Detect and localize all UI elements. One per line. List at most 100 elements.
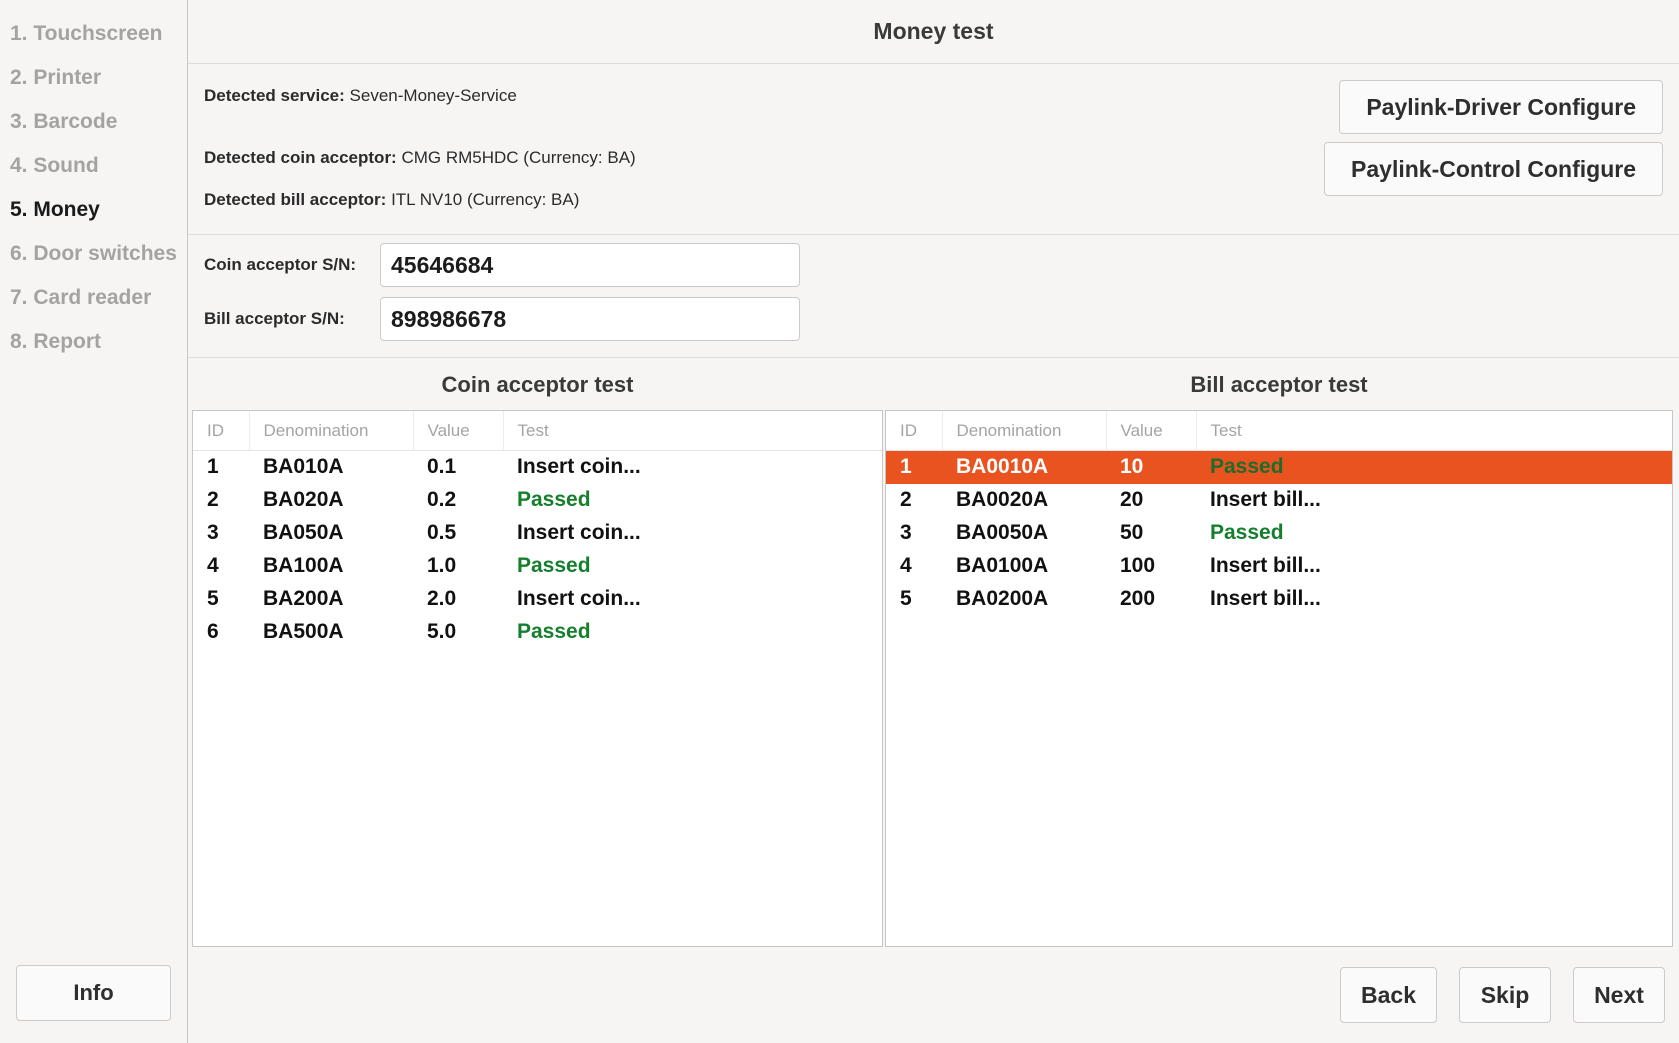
coin-cell-value: 1.0 bbox=[427, 554, 457, 577]
bill-cell-value: 20 bbox=[1120, 488, 1144, 511]
coin-cell-test: Passed bbox=[517, 554, 591, 577]
bill-cell-test: Insert bill... bbox=[1210, 587, 1321, 610]
table-row[interactable]: 5 BA200A 2.0 Insert coin... bbox=[193, 583, 882, 616]
bill-cell-value: 100 bbox=[1120, 554, 1156, 577]
bill-table-header-row: ID Denomination Value Test bbox=[886, 411, 1672, 451]
configure-button-group: Paylink-Driver Configure Paylink-Control… bbox=[1324, 80, 1663, 196]
coin-cell-value: 0.5 bbox=[427, 521, 457, 544]
bill-cell-denomination: BA0050A bbox=[956, 521, 1049, 544]
sidebar-item-7[interactable]: 8. Report bbox=[0, 320, 187, 364]
bill-col-header-1[interactable]: Denomination bbox=[942, 411, 1107, 451]
coin-cell-value: 0.1 bbox=[427, 455, 457, 479]
table-row[interactable]: 3 BA050A 0.5 Insert coin... bbox=[193, 517, 882, 550]
paylink-driver-configure-button[interactable]: Paylink-Driver Configure bbox=[1339, 80, 1663, 134]
bill-cell-test: Insert bill... bbox=[1210, 488, 1321, 511]
table-row[interactable]: 1 BA0010A 10 Passed bbox=[886, 450, 1672, 484]
coin-cell-id: 3 bbox=[207, 521, 219, 544]
detected-coin-value: CMG RM5HDC (Currency: BA) bbox=[401, 148, 636, 167]
coin-col-header-1[interactable]: Denomination bbox=[249, 411, 414, 451]
bill-col-header-2[interactable]: Value bbox=[1106, 411, 1197, 451]
sidebar-item-2[interactable]: 3. Barcode bbox=[0, 100, 187, 144]
bill-serial-input[interactable] bbox=[380, 297, 800, 341]
table-row[interactable]: 4 BA0100A 100 Insert bill... bbox=[886, 550, 1672, 583]
back-button[interactable]: Back bbox=[1340, 967, 1437, 1023]
sidebar-item-0[interactable]: 1. Touchscreen bbox=[0, 12, 187, 56]
coin-table-body: 1 BA010A 0.1 Insert coin... 2 BA020A 0.2 Passed… bbox=[193, 451, 882, 649]
table-row[interactable]: 5 BA0200A 200 Insert bill... bbox=[886, 583, 1672, 616]
coin-cell-denomination: BA500A bbox=[263, 620, 344, 643]
sidebar-item-label: 2. Printer bbox=[10, 66, 102, 89]
sidebar-item-3[interactable]: 4. Sound bbox=[0, 144, 187, 188]
info-button[interactable]: Info bbox=[16, 965, 171, 1021]
bill-cell-id: 4 bbox=[900, 554, 912, 577]
coin-table-head: ID Denomination Value Test bbox=[193, 411, 882, 451]
bill-cell-test: Insert bill... bbox=[1210, 554, 1321, 577]
coin-acceptor-panel: Coin acceptor test ID Denomination Value Te… bbox=[188, 358, 883, 947]
coin-col-header-3[interactable]: Test bbox=[503, 411, 882, 451]
tables-region: Coin acceptor test ID Denomination Value Te… bbox=[188, 358, 1679, 947]
coin-cell-id: 5 bbox=[207, 587, 219, 610]
next-button[interactable]: Next bbox=[1573, 967, 1665, 1023]
sidebar-item-4[interactable]: 5. Money bbox=[0, 188, 187, 232]
bill-table-box: ID Denomination Value Test 1 BA0010A 10 Passed… bbox=[885, 410, 1673, 947]
serial-number-area: Coin acceptor S/N: Bill acceptor S/N: bbox=[188, 235, 1679, 358]
coin-cell-value: 2.0 bbox=[427, 587, 457, 610]
coin-cell-test: Passed bbox=[517, 620, 591, 643]
table-row[interactable]: 2 BA0020A 20 Insert bill... bbox=[886, 484, 1672, 517]
bill-cell-id: 2 bbox=[900, 488, 912, 511]
page-title: Money test bbox=[873, 18, 994, 44]
table-row[interactable]: 2 BA020A 0.2 Passed bbox=[193, 484, 882, 517]
detected-info-area: Detected service: Seven-Money-Service De… bbox=[188, 64, 1679, 235]
bill-cell-denomination: BA0200A bbox=[956, 587, 1049, 610]
bill-acceptor-table: ID Denomination Value Test 1 BA0010A 10 Passed… bbox=[886, 411, 1672, 616]
sidebar-item-label: 1. Touchscreen bbox=[10, 22, 163, 45]
coin-serial-row: Coin acceptor S/N: bbox=[188, 243, 1679, 287]
main-content: Money test Detected service: Seven-Money… bbox=[188, 0, 1679, 1043]
bill-col-header-0[interactable]: ID bbox=[886, 411, 943, 451]
bottom-button-bar: Back Skip Next bbox=[188, 947, 1679, 1043]
table-row[interactable]: 6 BA500A 5.0 Passed bbox=[193, 616, 882, 649]
info-button-wrapper: Info bbox=[0, 965, 187, 1043]
detected-service-label: Detected service: bbox=[204, 86, 345, 105]
coin-cell-id: 6 bbox=[207, 620, 219, 643]
table-row[interactable]: 3 BA0050A 50 Passed bbox=[886, 517, 1672, 550]
detected-bill-value: ITL NV10 (Currency: BA) bbox=[391, 190, 580, 209]
sidebar: 1. Touchscreen 2. Printer 3. Barcode 4. Sou… bbox=[0, 0, 188, 1043]
bill-cell-value: 200 bbox=[1120, 587, 1156, 610]
coin-cell-denomination: BA200A bbox=[263, 587, 344, 610]
sidebar-item-label: 7. Card reader bbox=[10, 286, 152, 309]
sidebar-item-1[interactable]: 2. Printer bbox=[0, 56, 187, 100]
bill-serial-label: Bill acceptor S/N: bbox=[204, 309, 345, 328]
skip-button[interactable]: Skip bbox=[1459, 967, 1551, 1023]
detected-service-value: Seven-Money-Service bbox=[349, 86, 517, 105]
coin-table-box: ID Denomination Value Test 1 BA010A 0.1 Insert… bbox=[192, 410, 883, 947]
bill-cell-denomination: BA0010A bbox=[956, 455, 1049, 479]
coin-cell-value: 0.2 bbox=[427, 488, 457, 511]
bill-table-body: 1 BA0010A 10 Passed 2 BA0020A 20 Insert bill...… bbox=[886, 450, 1672, 616]
coin-acceptor-table: ID Denomination Value Test 1 BA010A 0.1 Insert… bbox=[193, 411, 882, 649]
detected-coin-label: Detected coin acceptor: bbox=[204, 148, 397, 167]
coin-serial-input[interactable] bbox=[380, 243, 800, 287]
coin-cell-test: Insert coin... bbox=[517, 521, 641, 544]
bill-cell-id: 3 bbox=[900, 521, 912, 544]
money-test-window: 1. Touchscreen 2. Printer 3. Barcode 4. Sou… bbox=[0, 0, 1679, 1043]
sidebar-item-6[interactable]: 7. Card reader bbox=[0, 276, 187, 320]
bill-serial-row: Bill acceptor S/N: bbox=[188, 297, 1679, 341]
bill-cell-value: 50 bbox=[1120, 521, 1144, 544]
table-row[interactable]: 1 BA010A 0.1 Insert coin... bbox=[193, 451, 882, 484]
bill-col-header-3[interactable]: Test bbox=[1196, 411, 1672, 451]
sidebar-item-5[interactable]: 6. Door switches bbox=[0, 232, 187, 276]
coin-col-header-2[interactable]: Value bbox=[413, 411, 504, 451]
coin-cell-test: Insert coin... bbox=[517, 455, 641, 479]
sidebar-item-label: 5. Money bbox=[10, 198, 100, 221]
bill-cell-value: 10 bbox=[1120, 455, 1144, 479]
coin-cell-value: 5.0 bbox=[427, 620, 457, 643]
coin-col-header-0[interactable]: ID bbox=[193, 411, 250, 451]
table-row[interactable]: 4 BA100A 1.0 Passed bbox=[193, 550, 882, 583]
bill-cell-denomination: BA0100A bbox=[956, 554, 1049, 577]
bill-cell-id: 1 bbox=[900, 455, 912, 479]
bill-table-caption: Bill acceptor test bbox=[1190, 372, 1368, 397]
coin-serial-label: Coin acceptor S/N: bbox=[204, 255, 357, 274]
paylink-control-configure-button[interactable]: Paylink-Control Configure bbox=[1324, 142, 1663, 196]
